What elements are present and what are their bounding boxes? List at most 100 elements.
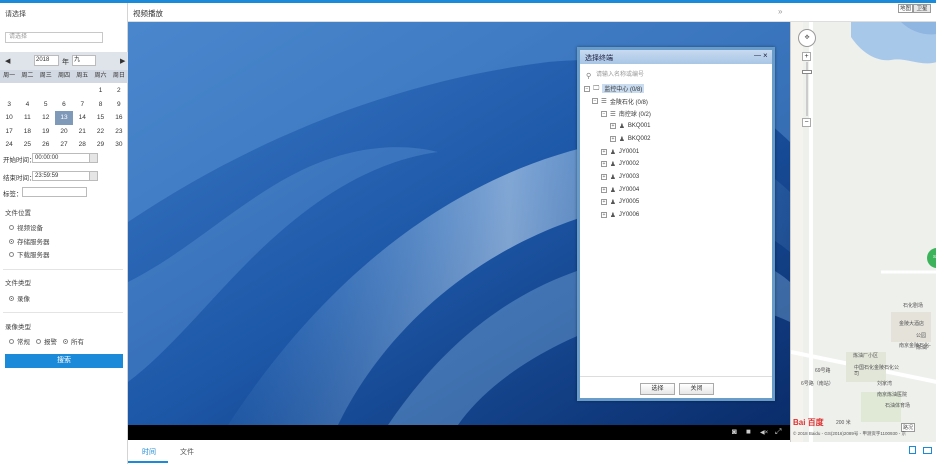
radio-all[interactable]: 所有: [63, 336, 84, 346]
calendar-day[interactable]: 20: [55, 125, 73, 139]
calendar-day[interactable]: 16: [110, 111, 128, 125]
divider: [3, 269, 123, 270]
zoom-out-button[interactable]: −: [802, 118, 811, 127]
search-button[interactable]: 搜索: [5, 354, 123, 368]
close-icon[interactable]: ×: [763, 51, 768, 60]
tag-input[interactable]: [22, 187, 87, 197]
export-icon[interactable]: [909, 446, 916, 454]
map-type-normal[interactable]: 地图: [898, 4, 913, 13]
tree-node[interactable]: + ♟ BKQ002: [610, 135, 651, 143]
calendar-day[interactable]: 8: [91, 98, 109, 112]
tab-time[interactable]: 时间: [142, 447, 156, 457]
calendar-header: ◀ 2018 年 九 ▶: [0, 52, 128, 70]
calendar-day[interactable]: 15: [91, 111, 109, 125]
calendar-day[interactable]: 7: [73, 98, 91, 112]
map-label: 石化剧场: [903, 303, 924, 309]
calendar-day[interactable]: 13: [54, 111, 74, 125]
expand-toggle-icon[interactable]: +: [610, 135, 616, 142]
fullscreen-icon[interactable]: ⤢: [775, 427, 781, 437]
calendar-day[interactable]: 24: [0, 138, 18, 152]
calendar-day[interactable]: 9: [110, 98, 128, 112]
calendar-icon[interactable]: [89, 172, 97, 180]
tree-node-label: BKQ002: [627, 135, 651, 142]
calendar-day[interactable]: 27: [55, 138, 73, 152]
calendar-day[interactable]: 25: [18, 138, 36, 152]
tree-node[interactable]: − ☰ 金陵石化 (0/8): [592, 97, 648, 106]
snapshot-icon[interactable]: ◙: [732, 427, 737, 436]
expand-toggle-icon[interactable]: +: [610, 123, 616, 130]
prev-month-icon[interactable]: ◀: [5, 57, 10, 65]
expand-toggle-icon[interactable]: +: [601, 186, 607, 193]
calendar-day[interactable]: 11: [18, 111, 36, 125]
tree-node[interactable]: + ♟ JY0005: [601, 198, 639, 206]
radio-download-server[interactable]: 下载服务器: [9, 249, 50, 259]
month-select[interactable]: 九: [72, 55, 96, 66]
radio-alarm[interactable]: 报警: [36, 336, 57, 346]
zoom-slider-handle[interactable]: [802, 70, 812, 74]
tree-node[interactable]: + ♟ JY0006: [601, 211, 639, 219]
calendar-day[interactable]: 21: [73, 125, 91, 139]
tree-node[interactable]: − 🖵 监控中心 (0/8): [584, 84, 645, 93]
expand-toggle-icon[interactable]: −: [592, 98, 598, 105]
calendar-day[interactable]: 30: [110, 138, 128, 152]
radio-normal[interactable]: 常规: [9, 336, 30, 346]
expand-toggle-icon[interactable]: +: [601, 199, 607, 206]
calendar-day[interactable]: 2: [110, 84, 128, 98]
radio-video-device[interactable]: 视频设备: [9, 222, 43, 232]
tree-node[interactable]: + ♟ JY0003: [601, 173, 639, 181]
radio-storage-server[interactable]: 存储服务器: [9, 236, 50, 246]
calendar-day[interactable]: 4: [18, 98, 36, 112]
calendar-icon[interactable]: [89, 154, 97, 162]
window-icon[interactable]: [923, 447, 932, 454]
expand-toggle-icon[interactable]: +: [601, 161, 607, 168]
start-time-field[interactable]: 00:00:00: [32, 153, 98, 163]
calendar-day[interactable]: 3: [0, 98, 18, 112]
terminal-select-input[interactable]: 请选择: [5, 32, 103, 43]
tree-node[interactable]: + ♟ BKQ001: [610, 122, 651, 130]
expand-toggle-icon[interactable]: +: [601, 173, 607, 180]
calendar-day[interactable]: 19: [37, 125, 55, 139]
expand-toggle-icon[interactable]: +: [601, 212, 607, 218]
monitor-icon: 🖵: [593, 84, 600, 92]
map-view[interactable]: 石化剧场 金陵大酒店 公园 南京金陵石化 炼油厂小区 中国石化金陵石化公司 6号…: [790, 22, 936, 442]
calendar-day[interactable]: 5: [37, 98, 55, 112]
stop-icon[interactable]: ■: [746, 427, 751, 436]
select-button[interactable]: 选择: [640, 383, 675, 395]
calendar-day[interactable]: 26: [37, 138, 55, 152]
expand-toggle-icon[interactable]: −: [584, 85, 590, 92]
expand-toggle-icon[interactable]: +: [601, 148, 607, 155]
calendar-day[interactable]: 1: [91, 84, 109, 98]
calendar-day[interactable]: 18: [18, 125, 36, 139]
calendar-day[interactable]: 17: [0, 125, 18, 139]
tree-node[interactable]: + ♟ JY0001: [601, 148, 639, 156]
calendar-day[interactable]: 14: [73, 111, 91, 125]
calendar-day[interactable]: 12: [37, 111, 55, 125]
calendar-day[interactable]: 29: [91, 138, 109, 152]
map-pan-control[interactable]: ✥: [798, 29, 816, 47]
start-time-value: 00:00:00: [35, 155, 59, 161]
tab-file[interactable]: 文件: [180, 447, 194, 457]
close-button[interactable]: 关闭: [679, 383, 714, 395]
calendar-day[interactable]: 23: [110, 125, 128, 139]
radio-recording[interactable]: 录像: [9, 293, 30, 303]
zoom-in-button[interactable]: +: [802, 52, 811, 61]
terminal-search-input[interactable]: ⚲ 请输入名称或编号: [586, 70, 766, 81]
calendar-day[interactable]: 22: [91, 125, 109, 139]
calendar-day[interactable]: 28: [73, 138, 91, 152]
tree-node[interactable]: + ♟ JY0004: [601, 186, 639, 194]
calendar-day[interactable]: 10: [0, 111, 18, 125]
calendar-day: [18, 84, 36, 98]
end-time-field[interactable]: 23:59:59: [32, 171, 98, 181]
calendar-day[interactable]: 6: [55, 98, 73, 112]
tree-node[interactable]: − ☰ 南控球 (0/2): [601, 109, 651, 118]
volume-icon[interactable]: ◀×: [760, 429, 768, 436]
minimize-icon[interactable]: —: [754, 52, 761, 59]
expand-toggle-icon[interactable]: −: [601, 110, 607, 117]
file-type-title: 文件类型: [5, 280, 31, 287]
tree-node[interactable]: + ♟ JY0002: [601, 160, 639, 168]
collapse-icon[interactable]: »: [778, 7, 782, 16]
tree-node-label: JY0003: [618, 173, 640, 180]
next-month-icon[interactable]: ▶: [120, 57, 125, 65]
year-select[interactable]: 2018: [34, 55, 59, 66]
map-type-satellite[interactable]: 卫星: [913, 4, 931, 13]
